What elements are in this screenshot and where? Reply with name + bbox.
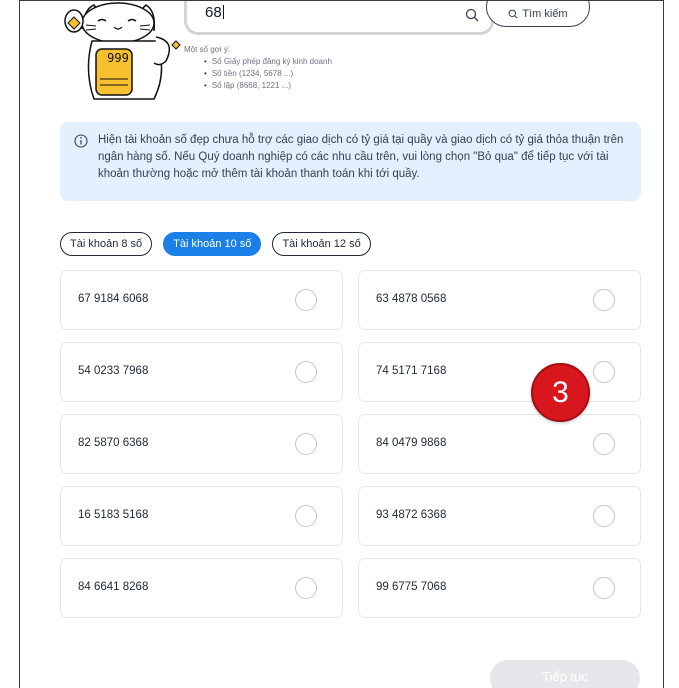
info-icon <box>74 134 88 148</box>
radio-button[interactable] <box>295 505 317 527</box>
account-number: 93 4872 6368 <box>376 509 447 521</box>
search-input-value: 68 <box>205 4 222 21</box>
account-length-tabs: Tài khoản 8 số Tài khoản 10 số Tài khoản… <box>60 232 371 256</box>
account-option[interactable]: 63 4878 0568 <box>358 270 641 330</box>
account-number: 16 5183 5168 <box>78 509 149 521</box>
account-number: 74 5171 7168 <box>376 365 447 377</box>
tab-10-digits[interactable]: Tài khoản 10 số <box>163 232 262 256</box>
account-option[interactable]: 99 6775 7068 <box>358 558 641 618</box>
radio-button[interactable] <box>593 505 615 527</box>
suggestions-heading: Một số gợi ý: <box>184 45 231 54</box>
radio-button[interactable] <box>295 289 317 311</box>
account-option[interactable]: 82 5870 6368 <box>60 414 343 474</box>
search-input[interactable]: 68 <box>184 1 494 35</box>
radio-button[interactable] <box>593 433 615 455</box>
account-option[interactable]: 67 9184 6068 <box>60 270 343 330</box>
radio-button[interactable] <box>593 577 615 599</box>
suggestion-item: Số tiền (1234, 5678 ...) <box>204 68 332 80</box>
radio-button[interactable] <box>295 433 317 455</box>
mascot-plate-text: 999 <box>107 51 129 65</box>
suggestion-item: Số Giấy phép đăng ký kinh doanh <box>204 56 332 68</box>
radio-button[interactable] <box>295 577 317 599</box>
info-notice: Hiện tài khoản số đẹp chưa hỗ trợ các gi… <box>60 122 641 201</box>
radio-button[interactable] <box>593 289 615 311</box>
search-icon[interactable] <box>465 8 479 22</box>
account-option[interactable]: 93 4872 6368 <box>358 486 641 546</box>
page-frame: 999 68 Tìm kiếm Một số gợi ý: Số Giấy ph… <box>19 0 664 688</box>
account-number: 54 0233 7968 <box>78 365 149 377</box>
account-number: 82 5870 6368 <box>78 437 149 449</box>
account-number: 84 6641 8268 <box>78 581 149 593</box>
search-button-label: Tìm kiếm <box>522 8 568 20</box>
account-number: 84 0479 9868 <box>376 437 447 449</box>
radio-button[interactable] <box>295 361 317 383</box>
step-badge: 3 <box>531 363 590 422</box>
suggestions: Một số gợi ý: Số Giấy phép đăng ký kinh … <box>184 44 332 92</box>
radio-button[interactable] <box>593 361 615 383</box>
info-text: Hiện tài khoản số đẹp chưa hỗ trợ các gi… <box>98 134 624 180</box>
account-option[interactable]: 84 0479 9868 <box>358 414 641 474</box>
suggestions-list: Số Giấy phép đăng ký kinh doanh Số tiền … <box>204 56 332 92</box>
account-number: 99 6775 7068 <box>376 581 447 593</box>
search-button[interactable]: Tìm kiếm <box>486 1 590 27</box>
account-number: 63 4878 0568 <box>376 293 447 305</box>
search-icon <box>508 9 519 19</box>
account-option[interactable]: 16 5183 5168 <box>60 486 343 546</box>
account-option[interactable]: 54 0233 7968 <box>60 342 343 402</box>
tab-12-digits[interactable]: Tài khoản 12 số <box>272 232 371 256</box>
continue-button[interactable]: Tiếp tục <box>490 660 640 688</box>
account-option[interactable]: 84 6641 8268 <box>60 558 343 618</box>
suggestion-item: Số lặp (8668, 1221 ...) <box>204 80 332 92</box>
account-number: 67 9184 6068 <box>78 293 149 305</box>
tab-8-digits[interactable]: Tài khoản 8 số <box>60 232 153 256</box>
text-caret <box>222 5 224 19</box>
account-option[interactable]: 74 5171 7168 <box>358 342 641 402</box>
